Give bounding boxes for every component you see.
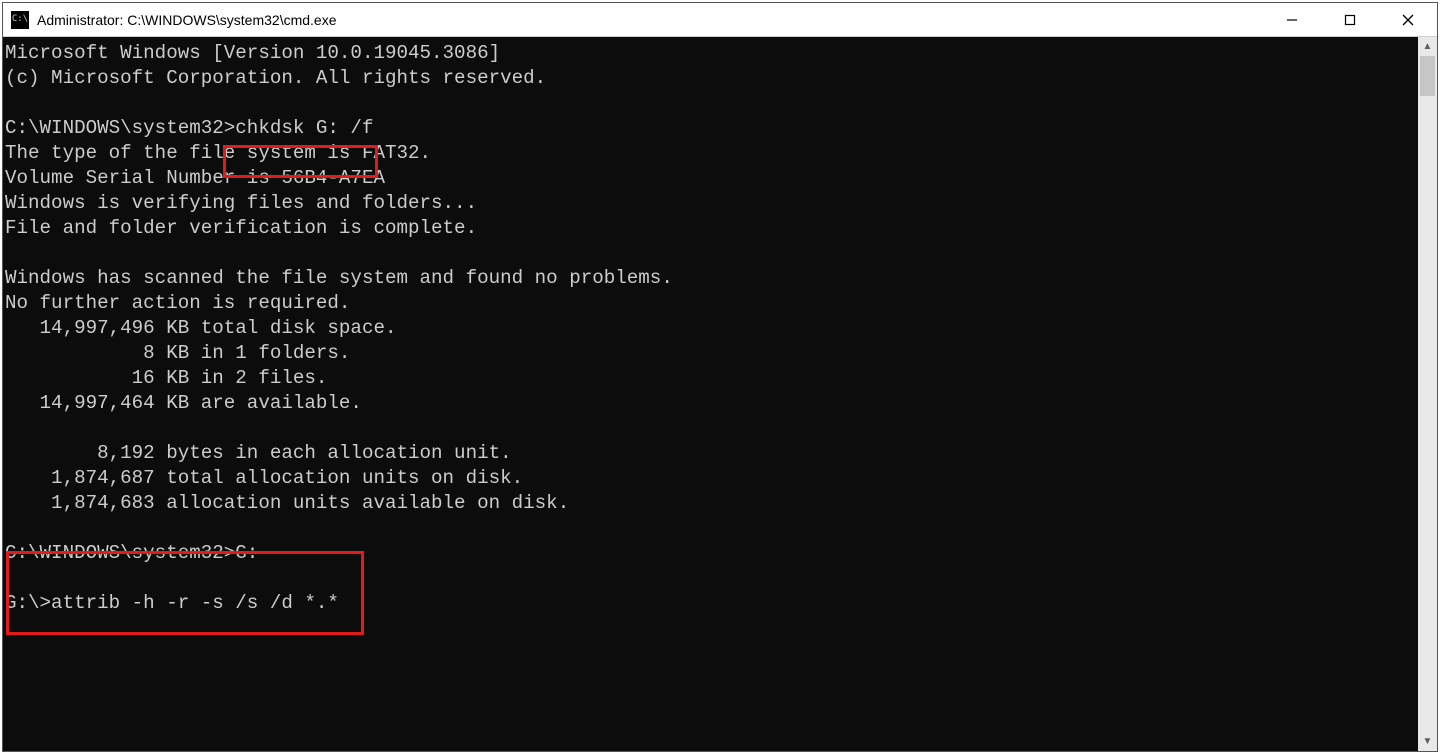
terminal-output[interactable]: Microsoft Windows [Version 10.0.19045.30… bbox=[3, 37, 1418, 751]
scroll-thumb[interactable] bbox=[1420, 56, 1435, 96]
terminal-line: Windows has scanned the file system and … bbox=[5, 266, 1418, 291]
terminal-line: No further action is required. bbox=[5, 291, 1418, 316]
terminal-line: Microsoft Windows [Version 10.0.19045.30… bbox=[5, 41, 1418, 66]
minimize-button[interactable] bbox=[1263, 3, 1321, 36]
terminal-line: Volume Serial Number is 56B4-A7EA bbox=[5, 166, 1418, 191]
terminal-line: The type of the file system is FAT32. bbox=[5, 141, 1418, 166]
terminal-line: C:\WINDOWS\system32>G: bbox=[5, 541, 1418, 566]
terminal-line: 1,874,687 total allocation units on disk… bbox=[5, 466, 1418, 491]
terminal-line bbox=[5, 516, 1418, 541]
window-title: Administrator: C:\WINDOWS\system32\cmd.e… bbox=[37, 12, 1263, 28]
cmd-window: C:\ Administrator: C:\WINDOWS\system32\c… bbox=[2, 2, 1438, 752]
terminal-line: 14,997,464 KB are available. bbox=[5, 391, 1418, 416]
terminal-line bbox=[5, 616, 1418, 641]
terminal-line bbox=[5, 566, 1418, 591]
terminal-line: Windows is verifying files and folders..… bbox=[5, 191, 1418, 216]
titlebar[interactable]: C:\ Administrator: C:\WINDOWS\system32\c… bbox=[3, 3, 1437, 37]
maximize-button[interactable] bbox=[1321, 3, 1379, 36]
terminal-line: 8 KB in 1 folders. bbox=[5, 341, 1418, 366]
cmd-icon: C:\ bbox=[11, 11, 29, 29]
terminal-line: (c) Microsoft Corporation. All rights re… bbox=[5, 66, 1418, 91]
scroll-down-arrow[interactable]: ▼ bbox=[1418, 732, 1437, 751]
terminal-line: 1,874,683 allocation units available on … bbox=[5, 491, 1418, 516]
window-controls bbox=[1263, 3, 1437, 36]
terminal-line bbox=[5, 91, 1418, 116]
terminal-line: File and folder verification is complete… bbox=[5, 216, 1418, 241]
terminal-client-area: Microsoft Windows [Version 10.0.19045.30… bbox=[3, 37, 1437, 751]
terminal-line: 14,997,496 KB total disk space. bbox=[5, 316, 1418, 341]
terminal-line bbox=[5, 416, 1418, 441]
terminal-line: G:\>attrib -h -r -s /s /d *.* bbox=[5, 591, 1418, 616]
vertical-scrollbar[interactable]: ▲ ▼ bbox=[1418, 37, 1437, 751]
terminal-line: 8,192 bytes in each allocation unit. bbox=[5, 441, 1418, 466]
scroll-up-arrow[interactable]: ▲ bbox=[1418, 37, 1437, 56]
terminal-line bbox=[5, 241, 1418, 266]
terminal-line: 16 KB in 2 files. bbox=[5, 366, 1418, 391]
close-button[interactable] bbox=[1379, 3, 1437, 36]
terminal-line: C:\WINDOWS\system32>chkdsk G: /f bbox=[5, 116, 1418, 141]
